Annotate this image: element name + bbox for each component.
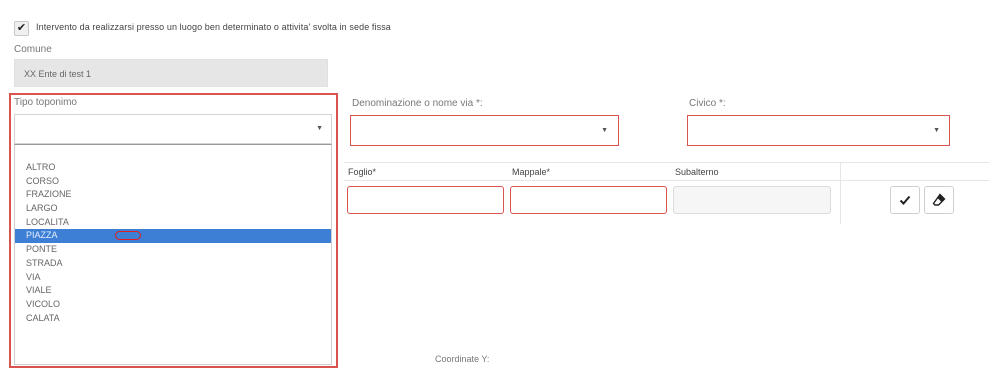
comune-label: Comune	[14, 44, 52, 55]
toponimo-option[interactable]: ALTRO	[15, 161, 331, 175]
confirm-button[interactable]	[890, 186, 920, 214]
table-top-divider	[344, 162, 989, 163]
toponimo-option[interactable]: FRAZIONE	[15, 188, 331, 202]
mappale-header: Mappale*	[512, 167, 551, 177]
denominazione-select[interactable]: ▼	[350, 115, 619, 146]
eraser-icon	[932, 193, 946, 206]
toponimo-option-selected[interactable]: PIAZZA	[15, 229, 331, 244]
table-header-divider	[344, 180, 989, 181]
check-icon	[899, 195, 911, 205]
toponimo-label: Tipo toponimo	[14, 97, 77, 108]
toponimo-dropdown-list[interactable]: ALTRO CORSO FRAZIONE LARGO LOCALITA PIAZ…	[14, 144, 332, 365]
comune-input: XX Ente di test 1	[14, 59, 328, 87]
table-column-divider	[840, 162, 841, 224]
chevron-down-icon: ▼	[933, 127, 940, 134]
mouse-pointer-icon	[115, 231, 141, 241]
toponimo-option[interactable]: CALATA	[15, 312, 331, 326]
toponimo-select[interactable]: ▼	[14, 114, 332, 144]
toponimo-option[interactable]: STRADA	[15, 257, 331, 271]
toponimo-option[interactable]: LARGO	[15, 202, 331, 216]
chevron-down-icon: ▼	[601, 127, 608, 134]
coordinate-y-label: Coordinate Y:	[435, 354, 490, 364]
toponimo-option[interactable]: PONTE	[15, 243, 331, 257]
mappale-input[interactable]	[510, 186, 667, 214]
chevron-down-icon: ▼	[316, 125, 323, 132]
sede-fissa-label: Intervento da realizzarsi presso un luog…	[36, 22, 391, 32]
toponimo-option[interactable]: VICOLO	[15, 298, 331, 312]
toponimo-option-label: PIAZZA	[26, 230, 58, 241]
foglio-input[interactable]	[347, 186, 504, 214]
subalterno-header: Subalterno	[675, 167, 719, 177]
erase-button[interactable]	[924, 186, 954, 214]
denominazione-label: Denominazione o nome via *:	[352, 98, 483, 109]
toponimo-option[interactable]: VIALE	[15, 284, 331, 298]
toponimo-option[interactable]: CORSO	[15, 175, 331, 189]
foglio-header: Foglio*	[348, 167, 377, 177]
toponimo-option[interactable]: VIA	[15, 271, 331, 285]
toponimo-option[interactable]: LOCALITA	[15, 216, 331, 230]
subalterno-input[interactable]	[673, 186, 831, 214]
civico-select[interactable]: ▼	[687, 115, 950, 146]
civico-label: Civico *:	[689, 98, 726, 109]
sede-fissa-checkbox[interactable]: ✔	[14, 21, 29, 36]
